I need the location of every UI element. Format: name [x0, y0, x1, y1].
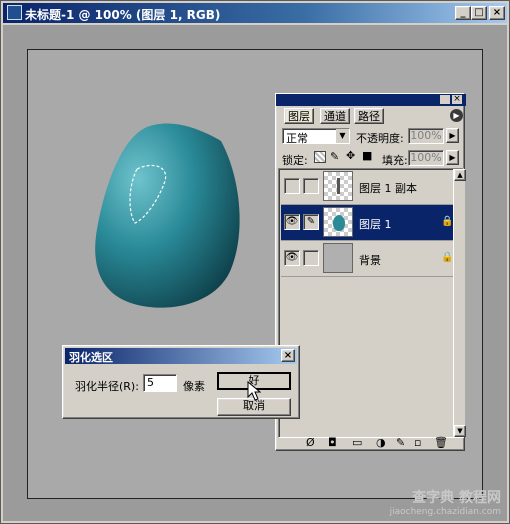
lock-paint-icon[interactable]: ✎: [330, 150, 339, 163]
eye-icon[interactable]: 👁: [284, 214, 300, 230]
photoshop-document-icon: [7, 5, 22, 20]
scroll-up-arrow-icon[interactable]: ▲: [454, 169, 466, 181]
close-button[interactable]: ×: [489, 6, 505, 20]
new-group-icon[interactable]: ▭: [352, 436, 362, 449]
lock-move-icon[interactable]: ✥: [346, 149, 355, 162]
eye-icon[interactable]: 👁: [284, 250, 300, 266]
dialog-titlebar[interactable]: 羽化选区 ×: [65, 348, 297, 364]
watermark-url: jiaocheng.chazidian.com: [389, 507, 501, 517]
mouse-cursor-icon: [247, 381, 261, 401]
dialog-title: 羽化选区: [69, 351, 113, 364]
blend-mode-value: 正常: [286, 132, 308, 145]
palette-menu-arrow-icon[interactable]: ▶: [450, 109, 463, 122]
minimize-button[interactable]: _: [455, 6, 471, 20]
layer-thumbnail: [323, 171, 353, 201]
layer-style-icon[interactable]: Ø: [306, 436, 315, 449]
layer-thumbnail: [323, 243, 353, 273]
unit-label: 像素: [183, 380, 205, 393]
lock-all-icon[interactable]: ■: [362, 149, 372, 162]
new-layer-icon[interactable]: ▫: [414, 436, 421, 449]
layers-palette: × 图层 通道 路径 ▶ 正常 ▼ 不透明度: 100% ▶ 锁定: ✎ ✥ ■…: [275, 93, 466, 451]
palette-titlebar[interactable]: ×: [276, 94, 466, 106]
watermark-brand: 查字典 教程网: [412, 490, 501, 506]
layer-row-1-copy[interactable]: 图层 1 副本: [281, 169, 455, 205]
teal-shape: [95, 123, 240, 308]
layers-scrollbar[interactable]: ▲ ▼: [453, 169, 466, 437]
lock-icon: 🔒: [441, 252, 454, 263]
link-toggle[interactable]: [303, 250, 319, 266]
layer-mask-icon[interactable]: ◘: [328, 436, 337, 449]
palette-bottom-toolbar: Ø ◘ ▭ ◑ ✎ ▫ 🗑: [276, 436, 462, 450]
link-toggle[interactable]: [303, 178, 319, 194]
lock-icon: 🔒: [441, 216, 454, 227]
trash-icon[interactable]: 🗑: [434, 436, 448, 449]
scroll-down-arrow-icon[interactable]: ▼: [454, 425, 466, 437]
tab-channels[interactable]: 通道: [320, 108, 350, 124]
teal-thumb-shape: [333, 215, 345, 231]
document-title: 未标题-1 @ 100% (图层 1, RGB): [25, 8, 221, 22]
brush-icon[interactable]: ✎: [396, 436, 405, 449]
fill-input[interactable]: 100%: [408, 150, 444, 166]
fill-slider-arrow-icon[interactable]: ▶: [446, 150, 459, 165]
opacity-slider-arrow-icon[interactable]: ▶: [446, 128, 459, 143]
feather-selection-dialog: 羽化选区 × 羽化半径(R): 5 像素 好 取消: [62, 345, 300, 419]
palette-minimize-button[interactable]: [440, 95, 450, 104]
teal-shape-layer[interactable]: [89, 119, 249, 319]
layer-row-1[interactable]: 👁 ✎ 图层 1 🔒: [281, 205, 455, 241]
layer-thumbnail: [323, 207, 353, 237]
document-window: 未标题-1 @ 100% (图层 1, RGB) _ □ × × 图层 通道 路…: [0, 0, 510, 524]
chevron-down-icon[interactable]: ▼: [336, 129, 349, 143]
blend-mode-select[interactable]: 正常 ▼: [282, 128, 350, 145]
feather-radius-input[interactable]: 5: [143, 374, 177, 392]
layer-row-background[interactable]: 👁 背景 🔒: [281, 241, 455, 277]
fill-label: 填充:: [382, 154, 408, 167]
tab-paths[interactable]: 路径: [354, 108, 384, 124]
adjustment-layer-icon[interactable]: ◑: [376, 436, 386, 449]
lock-label: 锁定:: [282, 154, 308, 167]
palette-close-button[interactable]: ×: [452, 95, 462, 104]
feather-radius-label: 羽化半径(R):: [75, 380, 139, 393]
cursor-line-icon: [337, 178, 340, 194]
maximize-button[interactable]: □: [471, 6, 487, 20]
tab-layers[interactable]: 图层: [284, 108, 314, 124]
document-titlebar[interactable]: 未标题-1 @ 100% (图层 1, RGB) _ □ ×: [3, 3, 507, 23]
layers-list: 图层 1 副本 👁 ✎ 图层 1 🔒 👁 背景 🔒 ▲ ▼: [278, 168, 466, 438]
opacity-input[interactable]: 100%: [408, 128, 444, 144]
layer-name: 背景: [359, 254, 381, 267]
lock-transparency-icon[interactable]: [314, 151, 326, 163]
watermark: 查字典 教程网 jiaocheng.chazidian.com: [390, 487, 501, 517]
dialog-close-button[interactable]: ×: [281, 349, 295, 362]
layer-name: 图层 1: [359, 218, 392, 231]
layer-name: 图层 1 副本: [359, 182, 417, 195]
visibility-toggle[interactable]: [284, 178, 300, 194]
brush-icon[interactable]: ✎: [303, 214, 319, 230]
opacity-label: 不透明度:: [356, 132, 404, 145]
